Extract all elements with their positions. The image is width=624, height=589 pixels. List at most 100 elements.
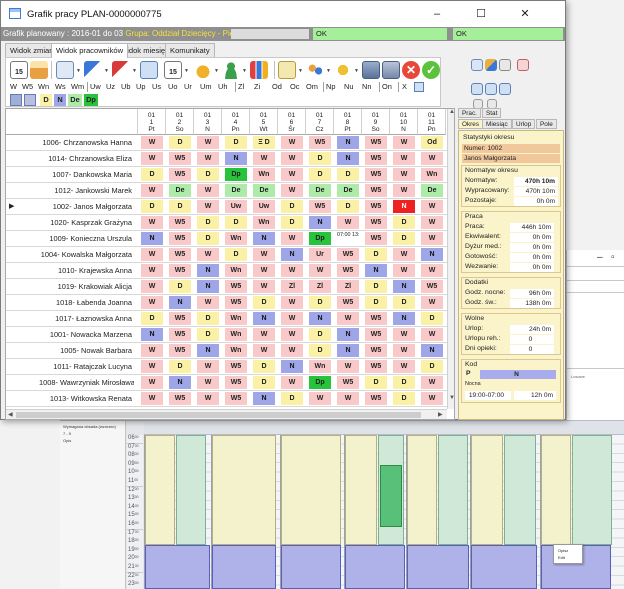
schedule-cell[interactable]: Wn bbox=[225, 328, 247, 341]
schedule-cell[interactable]: D bbox=[309, 296, 331, 309]
schedule-cell[interactable]: W bbox=[141, 264, 163, 277]
planner-event[interactable] bbox=[380, 465, 402, 527]
schedule-cell[interactable]: N bbox=[253, 392, 275, 405]
tab-stats[interactable]: Stat bbox=[482, 108, 502, 118]
code-button[interactable]: Um bbox=[200, 82, 212, 91]
employee-name[interactable]: 1001- Nowacka Marzena bbox=[39, 327, 134, 343]
background-restore-icon[interactable]: ▫ bbox=[611, 252, 615, 263]
table-row[interactable]: 1014- Chrzanowska Eliza W W5 W N W W D N W5 W W bbox=[6, 151, 447, 167]
schedule-cell[interactable]: D bbox=[169, 360, 191, 373]
employee-name[interactable]: 1011- Ratajczak Lucyna bbox=[39, 359, 134, 375]
tab-period[interactable]: Okres bbox=[458, 119, 484, 129]
schedule-cell[interactable]: D bbox=[365, 376, 387, 389]
schedule-cell[interactable]: D bbox=[281, 200, 303, 213]
schedule-cell[interactable]: W bbox=[141, 248, 163, 261]
schedule-cell[interactable]: W bbox=[421, 216, 443, 229]
code-button[interactable]: Oc bbox=[290, 82, 299, 91]
font-color-icon[interactable] bbox=[84, 61, 102, 79]
lock-icon[interactable] bbox=[194, 61, 212, 79]
schedule-cell[interactable]: W bbox=[393, 184, 415, 197]
grid-header-day[interactable]: 01 9 So bbox=[362, 109, 390, 135]
table-row[interactable]: 1008- Wawrzyniak Mirosława W N W W5 D W Dp W5 D D W bbox=[6, 375, 447, 391]
schedule-cell[interactable]: D bbox=[421, 312, 443, 325]
schedule-cell[interactable]: D bbox=[309, 168, 331, 181]
code-button[interactable]: Wm bbox=[71, 82, 84, 91]
erase-icon[interactable] bbox=[10, 94, 22, 106]
schedule-cell[interactable]: W bbox=[421, 328, 443, 341]
code-button[interactable]: Od bbox=[272, 82, 282, 91]
schedule-cell[interactable]: Wn bbox=[309, 360, 331, 373]
schedule-cell[interactable]: W5 bbox=[337, 376, 359, 389]
dropdown-arrow-icon[interactable]: ▼ bbox=[242, 68, 247, 74]
code-button[interactable]: Zl bbox=[238, 82, 244, 91]
schedule-cell[interactable]: W5 bbox=[365, 328, 387, 341]
dropdown-arrow-icon[interactable]: ▼ bbox=[184, 68, 189, 74]
employee-name[interactable]: 1002- Janos Małgorzata bbox=[39, 199, 134, 215]
schedule-cell[interactable]: W bbox=[141, 296, 163, 309]
schedule-cell[interactable]: Zl bbox=[281, 280, 303, 293]
schedule-cell[interactable]: N bbox=[393, 200, 415, 213]
schedule-cell[interactable]: W bbox=[197, 360, 219, 373]
calendar-15-icon[interactable]: 15 bbox=[164, 61, 182, 79]
schedule-cell[interactable]: N bbox=[197, 264, 219, 277]
employee-name[interactable]: 1005- Nowak Barbara bbox=[39, 343, 134, 359]
schedule-cell[interactable]: W bbox=[253, 280, 275, 293]
schedule-cell[interactable]: N bbox=[169, 296, 191, 309]
planner-event[interactable] bbox=[176, 435, 206, 545]
tab-employees-view[interactable]: Widok pracowników bbox=[51, 43, 129, 58]
planner-event[interactable] bbox=[281, 545, 341, 589]
schedule-cell[interactable]: D bbox=[393, 296, 415, 309]
schedule-cell[interactable]: N bbox=[169, 376, 191, 389]
code-button[interactable]: Uz bbox=[106, 82, 115, 91]
schedule-cell[interactable]: W bbox=[421, 392, 443, 405]
code-button[interactable]: On bbox=[382, 82, 392, 91]
code-button[interactable]: Up bbox=[136, 82, 145, 91]
window-icon[interactable] bbox=[499, 59, 511, 71]
planner-event[interactable] bbox=[212, 545, 276, 589]
schedule-cell[interactable]: W bbox=[337, 392, 359, 405]
code-button[interactable]: W5 bbox=[22, 82, 33, 91]
table-row[interactable]: 1005- Nowak Barbara W W5 N Wn W W D N W5 W N bbox=[6, 343, 447, 359]
schedule-cell[interactable]: D bbox=[365, 280, 387, 293]
schedule-cell[interactable]: D bbox=[393, 216, 415, 229]
table-row[interactable]: 1020- Kasprzak Grażyna W W5 D D Wn D N W W5 D W bbox=[6, 215, 447, 231]
dropdown-arrow-icon[interactable]: ▼ bbox=[326, 68, 331, 74]
scroll-right-icon[interactable]: ▶ bbox=[438, 411, 443, 418]
shift-chip-d[interactable]: D bbox=[40, 94, 52, 106]
schedule-cell[interactable]: W bbox=[281, 232, 303, 245]
schedule-cell[interactable]: W bbox=[253, 152, 275, 165]
code-button[interactable]: Uw bbox=[90, 82, 101, 91]
schedule-cell[interactable]: D bbox=[393, 232, 415, 245]
schedule-cell[interactable]: W bbox=[197, 248, 219, 261]
table-row[interactable]: 1010- Krajewska Anna W W5 N Wn W W W W5 N W W bbox=[6, 263, 447, 279]
table-row[interactable]: 1017- Łaznowska Anna D W5 D Wn N W N W W5 N D bbox=[6, 311, 447, 327]
schedule-cell[interactable]: D bbox=[197, 216, 219, 229]
employee-name[interactable]: 1008- Wawrzyniak Mirosława bbox=[39, 375, 134, 391]
schedule-cell[interactable]: D bbox=[141, 168, 163, 181]
schedule-cell[interactable]: W bbox=[281, 184, 303, 197]
table-row[interactable]: 1011- Ratajczak Lucyna W D W W5 D N Wn W W5 W D bbox=[6, 359, 447, 375]
code-button[interactable]: Zi bbox=[254, 82, 260, 91]
schedule-cell[interactable]: N bbox=[337, 328, 359, 341]
schedule-cell[interactable]: W5 bbox=[365, 312, 387, 325]
schedule-cell[interactable]: W bbox=[141, 216, 163, 229]
schedule-cell[interactable]: De bbox=[309, 184, 331, 197]
schedule-cell[interactable]: D bbox=[393, 376, 415, 389]
table-row[interactable]: ▶ 1002- Janos Małgorzata D D W Uw Uw D W5 D W5 N W bbox=[6, 199, 447, 215]
database-icon[interactable] bbox=[362, 61, 380, 79]
schedule-cell[interactable]: W bbox=[197, 200, 219, 213]
schedule-cell[interactable]: W bbox=[421, 232, 443, 245]
grid-header-day[interactable]: 01 4 Pn bbox=[222, 109, 250, 135]
schedule-cell[interactable]: D bbox=[197, 328, 219, 341]
code-button[interactable]: Uo bbox=[168, 82, 177, 91]
employee-name[interactable]: 1014- Chrzanowska Eliza bbox=[39, 151, 134, 167]
schedule-cell[interactable]: W bbox=[309, 264, 331, 277]
schedule-cell[interactable]: 07:00 13:35 bbox=[337, 232, 359, 245]
schedule-cell[interactable]: W5 bbox=[169, 232, 191, 245]
schedule-cell[interactable]: Wn bbox=[253, 168, 275, 181]
star-user-icon[interactable] bbox=[334, 61, 352, 79]
calendar-icon[interactable]: 15 bbox=[10, 61, 28, 79]
dropdown-arrow-icon[interactable]: ▼ bbox=[76, 68, 81, 74]
schedule-cell[interactable]: D bbox=[225, 216, 247, 229]
code-button[interactable]: Ub bbox=[121, 82, 130, 91]
